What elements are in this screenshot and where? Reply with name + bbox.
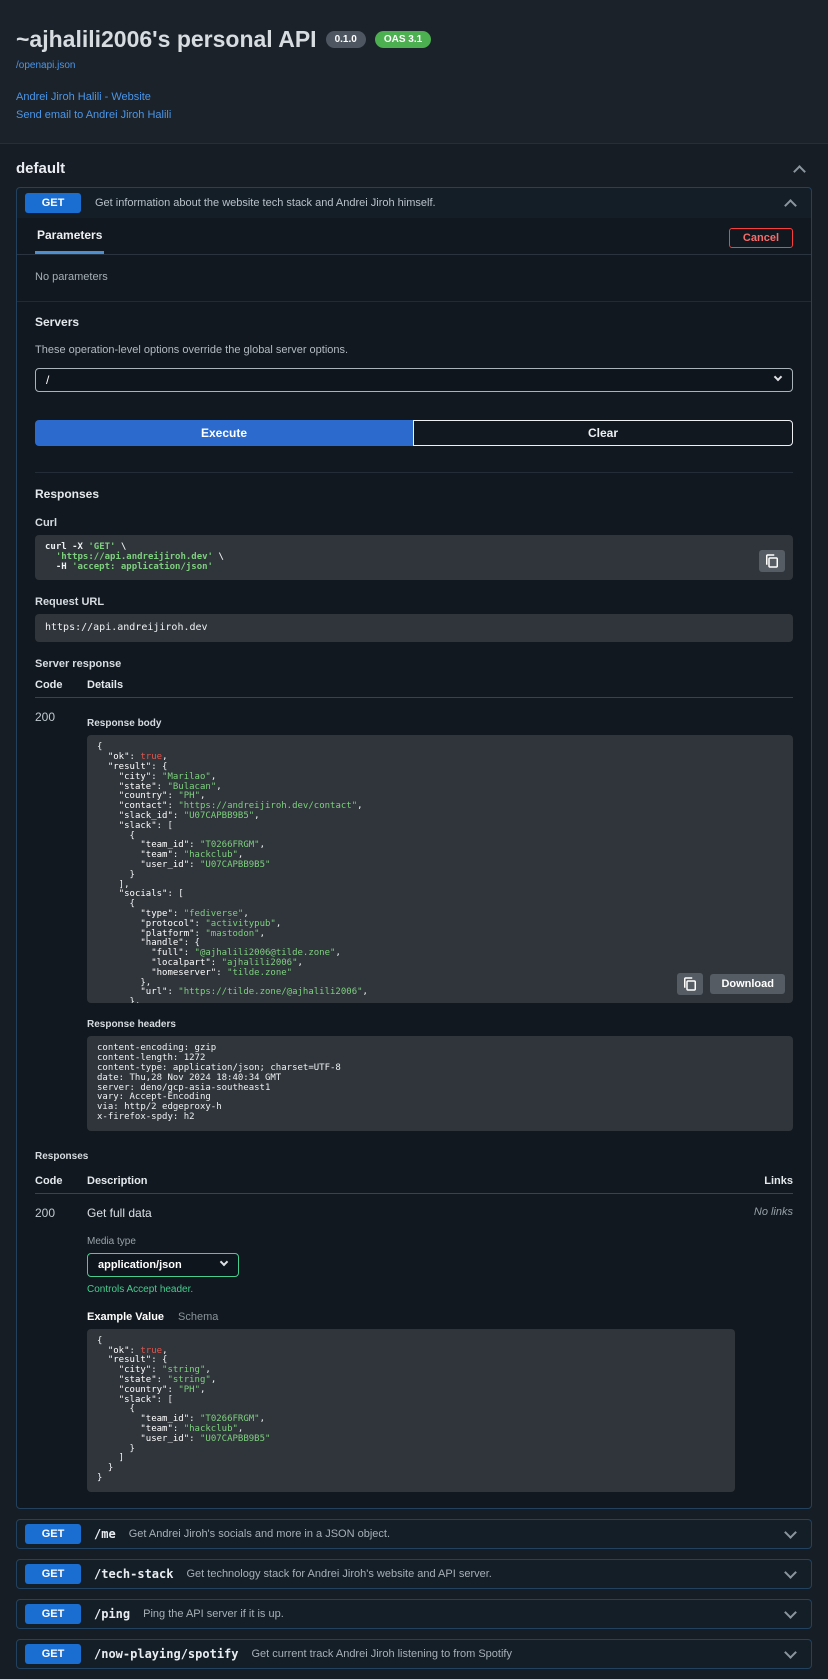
- response-headers-label: Response headers: [87, 1019, 793, 1030]
- endpoint-path: /tech-stack: [94, 1567, 173, 1581]
- code-column-header: Code: [35, 1175, 87, 1187]
- responses-table-label: Responses: [35, 1151, 793, 1162]
- live-response-row: 200 Response body { "ok": true, "result"…: [35, 698, 793, 1130]
- operation-header[interactable]: GET /now-playing/spotify Get current tra…: [17, 1640, 811, 1668]
- details-column-header: Details: [87, 679, 793, 691]
- operation-header[interactable]: GET /tech-stack Get technology stack for…: [17, 1560, 811, 1588]
- clipboard-icon: [684, 977, 696, 991]
- opblock-get-now-playing-spotify: GET /now-playing/spotify Get current tra…: [16, 1639, 812, 1669]
- website-link[interactable]: Andrei Jiroh Halili - Website: [16, 91, 812, 103]
- opblock-get-me: GET /me Get Andrei Jiroh's socials and m…: [16, 1519, 812, 1549]
- curl-label: Curl: [35, 517, 793, 529]
- operation-body: Parameters Cancel No parameters Servers …: [17, 218, 811, 1508]
- response-headers-block: content-encoding: gzip content-length: 1…: [87, 1036, 793, 1130]
- tab-schema[interactable]: Schema: [178, 1311, 218, 1323]
- code-column-header: Code: [35, 679, 87, 691]
- endpoint-summary: Get technology stack for Andrei Jiroh's …: [186, 1568, 491, 1580]
- clipboard-icon: [766, 554, 778, 568]
- endpoint-summary: Get current track Andrei Jiroh listening…: [252, 1648, 512, 1660]
- copy-curl-button[interactable]: [759, 550, 785, 572]
- version-badge: 0.1.0: [326, 31, 366, 48]
- chevron-down-icon[interactable]: [784, 1566, 797, 1579]
- description-column-header: Description: [87, 1175, 735, 1187]
- example-tabs: Example Value Schema: [87, 1311, 735, 1323]
- swagger-ui-page: ~ajhalili2006's personal API 0.1.0 OAS 3…: [0, 0, 828, 1669]
- request-url-value: https://api.andreijiroh.dev: [35, 614, 793, 642]
- oas-badge: OAS 3.1: [375, 31, 431, 48]
- no-parameters-text: No parameters: [17, 255, 811, 301]
- media-type-select[interactable]: application/json: [87, 1253, 239, 1277]
- openapi-spec-link[interactable]: /openapi.json: [16, 60, 76, 71]
- method-badge: GET: [25, 1564, 81, 1584]
- api-title-row: ~ajhalili2006's personal API 0.1.0 OAS 3…: [16, 26, 812, 53]
- method-badge: GET: [25, 1604, 81, 1624]
- cancel-button[interactable]: Cancel: [729, 228, 793, 248]
- api-info-header: ~ajhalili2006's personal API 0.1.0 OAS 3…: [0, 0, 828, 144]
- chevron-down-icon[interactable]: [784, 1606, 797, 1619]
- server-select[interactable]: /: [35, 368, 793, 392]
- copy-response-button[interactable]: [677, 973, 703, 995]
- api-title: ~ajhalili2006's personal API: [16, 26, 317, 53]
- live-response-table-header: Code Details: [35, 670, 793, 698]
- response-body-code-block[interactable]: { "ok": true, "result": { "city": "Maril…: [87, 735, 793, 1003]
- media-type-note: Controls Accept header.: [87, 1284, 735, 1295]
- method-badge: GET: [25, 1524, 81, 1544]
- execute-row: Execute Clear: [17, 392, 811, 446]
- responses-table-header: Code Description Links: [35, 1166, 793, 1194]
- curl-block-wrap: curl -X 'GET' \ 'https://api.andreijiroh…: [35, 535, 793, 580]
- execute-button[interactable]: Execute: [35, 420, 413, 446]
- opblock-get-ping: GET /ping Ping the API server if it is u…: [16, 1599, 812, 1629]
- media-type-label: Media type: [87, 1236, 735, 1247]
- opblock-get-tech-stack: GET /tech-stack Get technology stack for…: [16, 1559, 812, 1589]
- parameters-tab-row: Parameters Cancel: [17, 218, 811, 255]
- endpoint-summary: Get Andrei Jiroh's socials and more in a…: [129, 1528, 390, 1540]
- operation-header[interactable]: GET /me Get Andrei Jiroh's socials and m…: [17, 1520, 811, 1548]
- chevron-up-icon[interactable]: [784, 199, 797, 212]
- example-value-code-block: { "ok": true, "result": { "city": "strin…: [87, 1329, 735, 1492]
- response-body-label: Response body: [87, 718, 793, 729]
- server-select-wrap: /: [35, 368, 793, 392]
- chevron-down-icon[interactable]: [784, 1526, 797, 1539]
- servers-note: These operation-level options override t…: [35, 344, 793, 356]
- responses-wrapper: Responses Curl curl -X 'GET' \ 'https://…: [35, 472, 793, 1508]
- chevron-up-icon[interactable]: [793, 165, 806, 178]
- responses-table-row: 200 Get full data Media type application…: [35, 1194, 793, 1492]
- endpoint-summary: Ping the API server if it is up.: [143, 1608, 284, 1620]
- method-badge: GET: [25, 1644, 81, 1664]
- method-badge: GET: [25, 193, 81, 213]
- response-description: Get full data: [87, 1206, 735, 1220]
- operation-summary: Get information about the website tech s…: [95, 197, 436, 209]
- servers-section: Servers These operation-level options ov…: [17, 301, 811, 392]
- request-url-label: Request URL: [35, 596, 793, 608]
- clear-button[interactable]: Clear: [413, 420, 793, 446]
- servers-heading: Servers: [35, 315, 793, 329]
- response-status-code: 200: [35, 708, 87, 1130]
- external-links: Andrei Jiroh Halili - Website Send email…: [16, 91, 812, 121]
- operation-header[interactable]: GET Get information about the website te…: [17, 188, 811, 218]
- endpoint-path: /me: [94, 1527, 116, 1541]
- tab-example-value[interactable]: Example Value: [87, 1311, 164, 1323]
- operation-header[interactable]: GET /ping Ping the API server if it is u…: [17, 1600, 811, 1628]
- endpoint-path: /now-playing/spotify: [94, 1647, 239, 1661]
- curl-code-block: curl -X 'GET' \ 'https://api.andreijiroh…: [35, 535, 793, 580]
- response-body-wrap: { "ok": true, "result": { "city": "Maril…: [87, 735, 793, 1003]
- response-details: Response body { "ok": true, "result": { …: [87, 708, 793, 1130]
- responses-heading: Responses: [35, 487, 793, 501]
- opblock-get-root: GET Get information about the website te…: [16, 187, 812, 1509]
- media-type-select-wrap: application/json: [87, 1253, 239, 1277]
- server-response-label: Server response: [35, 658, 793, 670]
- email-link[interactable]: Send email to Andrei Jiroh Halili: [16, 109, 812, 121]
- download-button[interactable]: Download: [710, 974, 785, 994]
- tab-parameters[interactable]: Parameters: [35, 228, 104, 254]
- section-title: default: [16, 160, 65, 177]
- endpoint-path: /ping: [94, 1607, 130, 1621]
- links-column-header: Links: [735, 1175, 793, 1187]
- chevron-down-icon[interactable]: [784, 1646, 797, 1659]
- tag-section-default[interactable]: default: [16, 160, 812, 177]
